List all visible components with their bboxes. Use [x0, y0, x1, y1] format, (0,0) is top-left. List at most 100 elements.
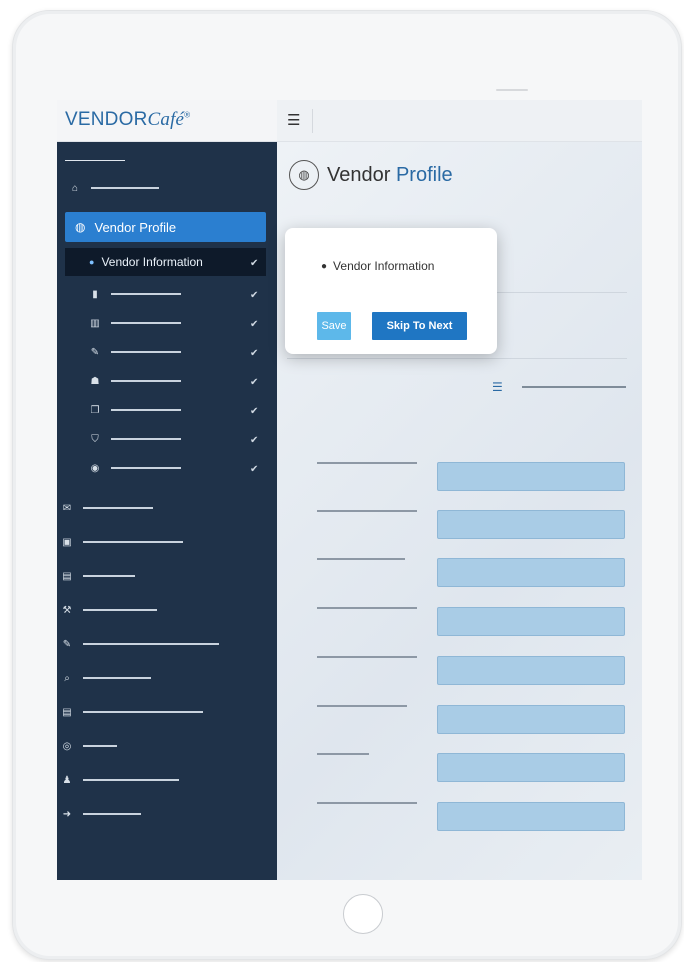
- form-field[interactable]: [437, 656, 625, 685]
- sidebar-item-logout[interactable]: ➜: [57, 800, 277, 828]
- sidebar-item-label: [83, 745, 117, 747]
- sidebar-item-documents[interactable]: ▤: [57, 562, 277, 590]
- sidebar-item-edit[interactable]: ✎: [57, 630, 277, 658]
- onboarding-modal: ● Vendor Information Save Skip To Next: [285, 228, 497, 354]
- form-field[interactable]: [437, 802, 625, 831]
- modal-title-text: Vendor Information: [333, 259, 435, 273]
- sidebar-item-search[interactable]: ⌕: [57, 664, 277, 692]
- field-label: [317, 705, 407, 707]
- shield-icon: ⛉: [91, 433, 99, 445]
- sidebar-item-label: [83, 779, 179, 781]
- sidebar-item-home[interactable]: ⌂: [57, 174, 277, 202]
- file-icon: ▤: [62, 570, 72, 582]
- sidebar-item-label: [91, 187, 159, 189]
- speaker-slot: [496, 89, 528, 91]
- check-icon: ✔: [250, 319, 259, 330]
- sidebar-item-label: [111, 293, 181, 295]
- check-icon: ✔: [250, 377, 259, 388]
- sidebar-item-label: [111, 409, 181, 411]
- sidebar-divider: [65, 160, 125, 161]
- sidebar-item-tools[interactable]: ⚒: [57, 596, 277, 624]
- sidebar-subitem-5[interactable]: ❐: [57, 396, 277, 424]
- section-heading-placeholder: [522, 386, 626, 388]
- sidebar-item-label: [111, 467, 181, 469]
- sidebar-item-reports[interactable]: ▤: [57, 698, 277, 726]
- check-icon: ✔: [250, 290, 259, 301]
- sidebar-item-label: Vendor Information: [101, 255, 203, 269]
- logo-mark: ®: [184, 110, 191, 120]
- sidebar-item-label: [83, 677, 151, 679]
- sidebar-item-support[interactable]: ◎: [57, 732, 277, 760]
- sidebar-subitem-1[interactable]: ▮: [57, 280, 277, 308]
- list-icon[interactable]: ☰: [492, 380, 503, 394]
- edit-icon: ✎: [90, 346, 100, 358]
- sidebar: ⌂ ◍ Vendor Profile ● Vendor Information …: [57, 142, 277, 880]
- sidebar-item-vendor-profile[interactable]: ◍ Vendor Profile: [65, 212, 266, 242]
- hamburger-icon[interactable]: ☰: [287, 109, 313, 133]
- logo-bar: VENDORCafé®: [57, 100, 277, 142]
- field-label: [317, 656, 417, 658]
- sign-out-icon: ➜: [62, 808, 72, 820]
- skip-to-next-button[interactable]: Skip To Next: [372, 312, 467, 340]
- check-icon: ✔: [250, 464, 259, 475]
- home-icon: ⌂: [71, 182, 79, 194]
- form-field[interactable]: [437, 705, 625, 734]
- top-toolbar: ☰: [277, 100, 642, 142]
- dashboard-icon: ◍: [289, 160, 319, 190]
- sidebar-item-label: [111, 351, 181, 353]
- sidebar-subitem-6[interactable]: ⛉: [57, 425, 277, 453]
- form-field[interactable]: [437, 462, 625, 491]
- sidebar-item-label: [83, 813, 141, 815]
- app-screen: VENDORCafé® ☰ ⌂ ◍ Vendor Profile ● Vendo…: [57, 100, 642, 880]
- sidebar-item-messages[interactable]: ✉: [57, 494, 277, 522]
- field-label: [317, 462, 417, 464]
- logo-italic: Café: [147, 109, 185, 130]
- page-title-accent: Profile: [395, 163, 453, 186]
- save-button[interactable]: Save: [317, 312, 351, 340]
- page-header: ◍ Vendor Profile: [289, 160, 453, 190]
- info-icon: ●: [89, 257, 95, 267]
- sidebar-item-vendor-information[interactable]: ● Vendor Information: [65, 248, 266, 276]
- lifebuoy-icon: ◎: [62, 740, 72, 752]
- check-icon: ✔: [250, 435, 259, 446]
- sidebar-item-label: Vendor Profile: [94, 219, 177, 235]
- sidebar-item-label: [83, 575, 135, 577]
- sidebar-item-label: [83, 507, 153, 509]
- sidebar-item-label: [83, 643, 219, 645]
- home-button[interactable]: [343, 894, 383, 934]
- sidebar-subitem-3[interactable]: ✎: [57, 338, 277, 366]
- page-title: Vendor Profile: [327, 164, 453, 187]
- user-icon: ♟: [62, 774, 72, 786]
- bank-icon: ▥: [90, 317, 100, 329]
- sidebar-item-label: [111, 322, 181, 324]
- form-field[interactable]: [437, 510, 625, 539]
- check-icon: ✔: [250, 348, 259, 359]
- vendorcafe-logo[interactable]: VENDORCafé®: [65, 109, 190, 131]
- sidebar-item-label: [83, 541, 183, 543]
- file-icon: ▤: [62, 706, 72, 718]
- sidebar-subitem-7[interactable]: ◉: [57, 454, 277, 482]
- dashboard-icon: ◍: [75, 220, 86, 234]
- sidebar-item-label: [111, 380, 181, 382]
- users-icon: ☗: [90, 375, 100, 387]
- page-title-plain: Vendor: [327, 163, 391, 186]
- form-field[interactable]: [437, 558, 625, 587]
- sidebar-item-label: [83, 609, 157, 611]
- sidebar-subitem-4[interactable]: ☗: [57, 367, 277, 395]
- sidebar-item-account[interactable]: ♟: [57, 766, 277, 794]
- check-icon: ✔: [250, 258, 259, 269]
- sidebar-item-label: [83, 711, 203, 713]
- edit-icon: ✎: [62, 638, 72, 650]
- divider: [287, 358, 627, 359]
- wrench-icon: ⚒: [62, 604, 72, 616]
- check-circle-icon: ◉: [90, 462, 100, 474]
- bookmark-icon: ▮: [92, 288, 98, 300]
- sidebar-subitem-2[interactable]: ▥: [57, 309, 277, 337]
- sidebar-item-briefcase[interactable]: ▣: [57, 528, 277, 556]
- field-label: [317, 802, 417, 804]
- form-field[interactable]: [437, 753, 625, 782]
- sidebar-item-label: [111, 438, 181, 440]
- envelope-icon: ✉: [62, 502, 72, 514]
- form-field[interactable]: [437, 607, 625, 636]
- check-icon: ✔: [250, 406, 259, 417]
